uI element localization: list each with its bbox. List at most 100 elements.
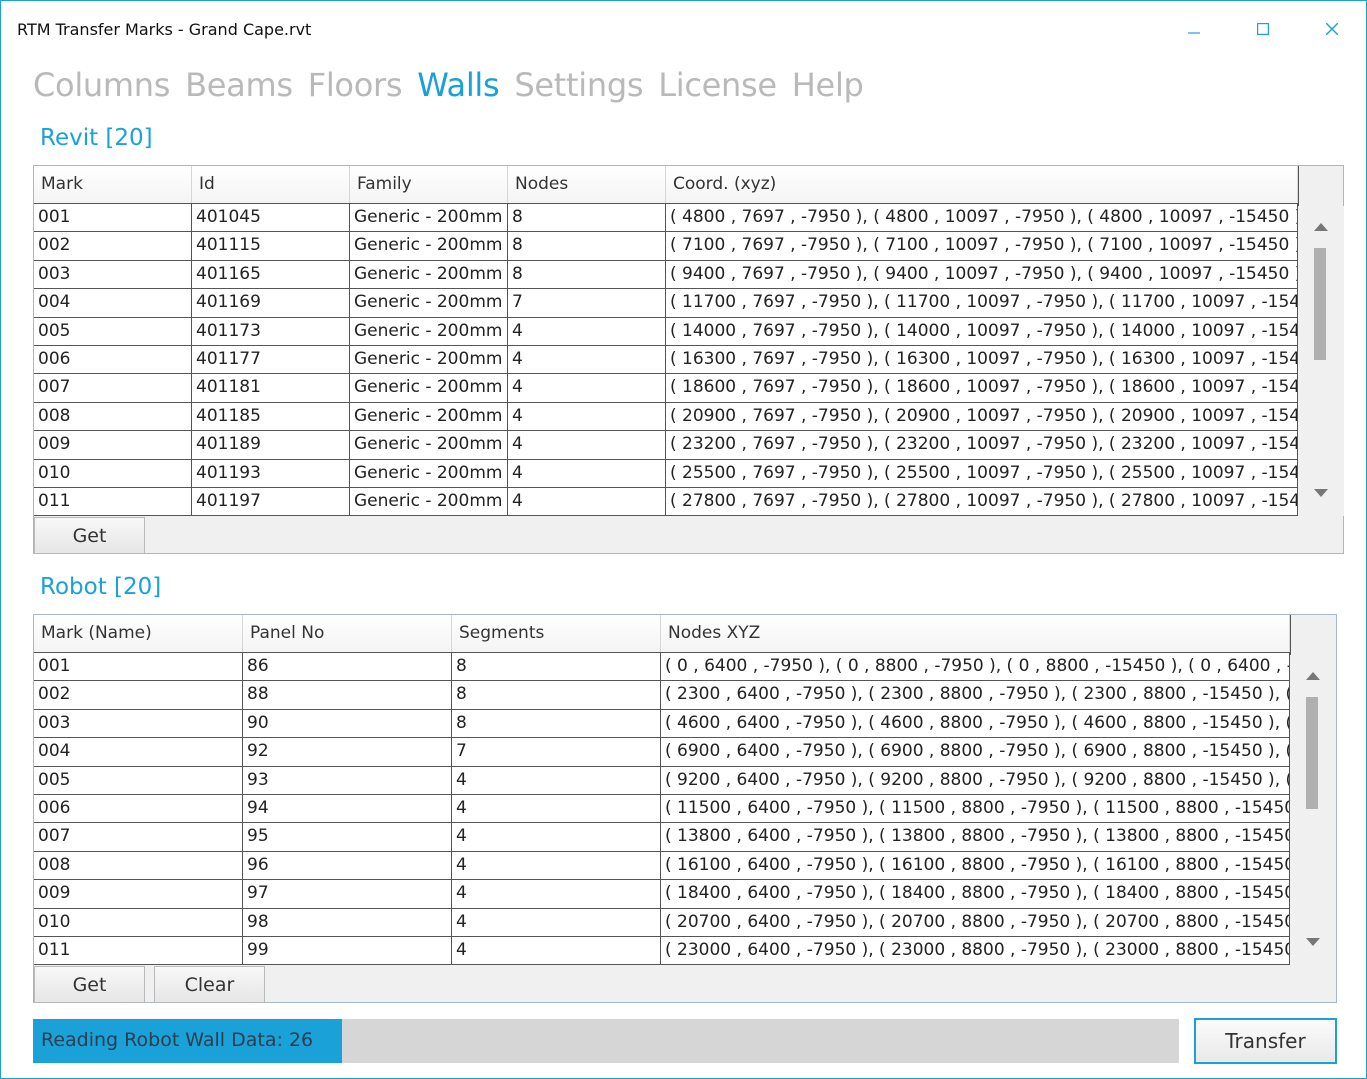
table-cell: Generic - 200mm (350, 487, 508, 515)
column-header[interactable]: Mark (Name) (34, 615, 243, 652)
table-row[interactable]: 002 88 8( 2300 , 6400 , -7950 ), ( 2300 , … (34, 680, 1290, 709)
table-cell: 98 (243, 908, 452, 936)
table-row[interactable]: 008 96 4( 16100 , 6400 , -7950 ), ( 16100 … (34, 850, 1290, 880)
revit-get-button[interactable]: Get (34, 517, 145, 554)
table-cell: 401189 (192, 431, 350, 459)
scroll-thumb[interactable] (1306, 697, 1318, 809)
robot-get-button[interactable]: Get (34, 966, 145, 1003)
robot-section-title: Robot [20] (40, 574, 162, 600)
table-row[interactable]: 004 92 7( 6900 , 6400 , -7950 ), ( 6900 , … (34, 737, 1290, 766)
column-header[interactable]: Id (192, 166, 350, 203)
scroll-up-button[interactable] (1298, 216, 1344, 238)
table-row[interactable]: 003 401165 Generic - 200mm 8( 9400 , 7697 ,… (34, 259, 1298, 289)
table-row[interactable]: 003 90 8( 4600 , 6400 , -7950 ), ( 4600 , … (34, 708, 1290, 738)
table-cell: 401173 (192, 317, 350, 345)
table-row[interactable]: 007 401181 Generic - 200mm 4( 18600 , 7697 … (34, 373, 1298, 402)
tab-beams[interactable]: Beams (185, 63, 293, 109)
column-header[interactable]: Nodes (508, 166, 666, 203)
table-row[interactable]: 001 86 8( 0 , 6400 , -7950 ), ( 0 , 8800 ,… (34, 652, 1290, 681)
table-cell: 001 (34, 204, 192, 232)
table-row[interactable]: 010 98 4( 20700 , 6400 , -7950 ), ( 20700 … (34, 907, 1290, 936)
robot-panel: Mark (Name) Panel No Segments Nodes XYZ 001… (33, 614, 1337, 1003)
table-cell: 4 (508, 345, 666, 374)
robot-grid: Mark (Name) Panel No Segments Nodes XYZ 001… (34, 615, 1291, 965)
table-cell: 401045 (192, 204, 350, 232)
table-cell: 401115 (192, 232, 350, 260)
table-cell: Generic - 200mm (350, 345, 508, 374)
robot-scrollbar[interactable] (1290, 655, 1336, 965)
tab-help[interactable]: Help (792, 63, 864, 109)
table-row[interactable]: 009 401189 Generic - 200mm 4( 23200 , 7697 … (34, 430, 1298, 459)
table-cell: 90 (243, 709, 452, 738)
table-row[interactable]: 007 95 4( 13800 , 6400 , -7950 ), ( 13800 … (34, 822, 1290, 851)
table-cell: 008 (34, 851, 243, 880)
table-row[interactable]: 004 401169 Generic - 200mm 7( 11700 , 7697 … (34, 288, 1298, 317)
tab-license[interactable]: License (658, 63, 777, 109)
table-cell: 009 (34, 880, 243, 908)
tab-columns[interactable]: Columns (33, 63, 170, 109)
table-row[interactable]: 010 401193 Generic - 200mm 4( 25500 , 7697 … (34, 458, 1298, 487)
table-row[interactable]: 008 401185 Generic - 200mm 4( 20900 , 7697 … (34, 401, 1298, 431)
table-cell: 94 (243, 794, 452, 823)
table-row[interactable]: 002 401115 Generic - 200mm 8( 7100 , 7697 ,… (34, 231, 1298, 260)
table-cell: 401165 (192, 260, 350, 289)
revit-panel: Mark Id Family Nodes Coord. (xyz) 001 401045 G… (33, 165, 1344, 554)
table-cell: 99 (243, 936, 452, 964)
table-cell: 009 (34, 431, 192, 459)
table-cell: 005 (34, 317, 192, 345)
table-cell: 8 (508, 260, 666, 289)
minimize-icon (1188, 32, 1200, 34)
revit-scrollbar[interactable] (1298, 206, 1344, 516)
tab-settings[interactable]: Settings (514, 63, 643, 109)
app-window: RTM Transfer Marks - Grand Cape.rvt Colu… (0, 0, 1367, 1079)
table-row[interactable]: 009 97 4( 18400 , 6400 , -7950 ), ( 18400 … (34, 879, 1290, 908)
table-cell: 010 (34, 908, 243, 936)
table-cell: 003 (34, 709, 243, 738)
table-cell: 401181 (192, 374, 350, 402)
table-cell: 011 (34, 487, 192, 515)
table-cell: ( 9400 , 7697 , -7950 ), ( 9400 , 10097 … (666, 260, 1298, 289)
column-header[interactable]: Panel No (243, 615, 452, 652)
tab-walls[interactable]: Walls (417, 63, 499, 109)
table-cell: ( 4600 , 6400 , -7950 ), ( 4600 , 8800 ,… (661, 709, 1290, 738)
table-cell: ( 4800 , 7697 , -7950 ), ( 4800 , 10097 … (666, 204, 1298, 232)
table-cell: 4 (452, 851, 661, 880)
scroll-thumb[interactable] (1314, 248, 1326, 360)
scroll-down-button[interactable] (1298, 482, 1344, 504)
column-header[interactable]: Mark (34, 166, 192, 203)
table-row[interactable]: 011 99 4( 23000 , 6400 , -7950 ), ( 23000 … (34, 935, 1290, 964)
column-header[interactable]: Nodes XYZ (661, 615, 1290, 652)
table-cell: 401193 (192, 459, 350, 487)
table-cell: Generic - 200mm (350, 431, 508, 459)
title-bar: RTM Transfer Marks - Grand Cape.rvt (1, 1, 1366, 57)
maximize-button[interactable] (1240, 11, 1286, 47)
table-cell: 4 (452, 936, 661, 964)
table-cell: ( 20700 , 6400 , -7950 ), ( 20700 , 8800… (661, 908, 1290, 936)
table-cell: 401197 (192, 487, 350, 515)
table-cell: 4 (452, 823, 661, 851)
robot-grid-body: 001 86 8( 0 , 6400 , -7950 ), ( 0 , 8800 ,… (34, 652, 1290, 964)
table-row[interactable]: 005 401173 Generic - 200mm 4( 14000 , 7697 … (34, 316, 1298, 345)
table-row[interactable]: 001 401045 Generic - 200mm 8( 4800 , 7697 ,… (34, 203, 1298, 232)
table-row[interactable]: 006 94 4( 11500 , 6400 , -7950 ), ( 11500 … (34, 793, 1290, 823)
column-header[interactable]: Segments (452, 615, 661, 652)
table-cell: 96 (243, 851, 452, 880)
column-header[interactable]: Coord. (xyz) (666, 166, 1298, 203)
column-header[interactable]: Family (350, 166, 508, 203)
minimize-button[interactable] (1171, 11, 1217, 47)
table-row[interactable]: 006 401177 Generic - 200mm 4( 16300 , 7697 … (34, 344, 1298, 374)
close-button[interactable] (1309, 11, 1355, 47)
chevron-down-icon (1314, 489, 1328, 497)
table-cell: Generic - 200mm (350, 232, 508, 260)
table-row[interactable]: 011 401197 Generic - 200mm 4( 27800 , 7697 … (34, 486, 1298, 515)
table-cell: 007 (34, 823, 243, 851)
transfer-button[interactable]: Transfer (1194, 1018, 1337, 1064)
table-cell: 005 (34, 766, 243, 794)
scroll-up-button[interactable] (1290, 665, 1336, 687)
status-text: Reading Robot Wall Data: 26 (41, 1029, 314, 1051)
scroll-down-button[interactable] (1290, 931, 1336, 953)
table-cell: 92 (243, 738, 452, 766)
tab-floors[interactable]: Floors (308, 63, 403, 109)
robot-clear-button[interactable]: Clear (154, 966, 265, 1003)
table-row[interactable]: 005 93 4( 9200 , 6400 , -7950 ), ( 9200 , … (34, 765, 1290, 794)
